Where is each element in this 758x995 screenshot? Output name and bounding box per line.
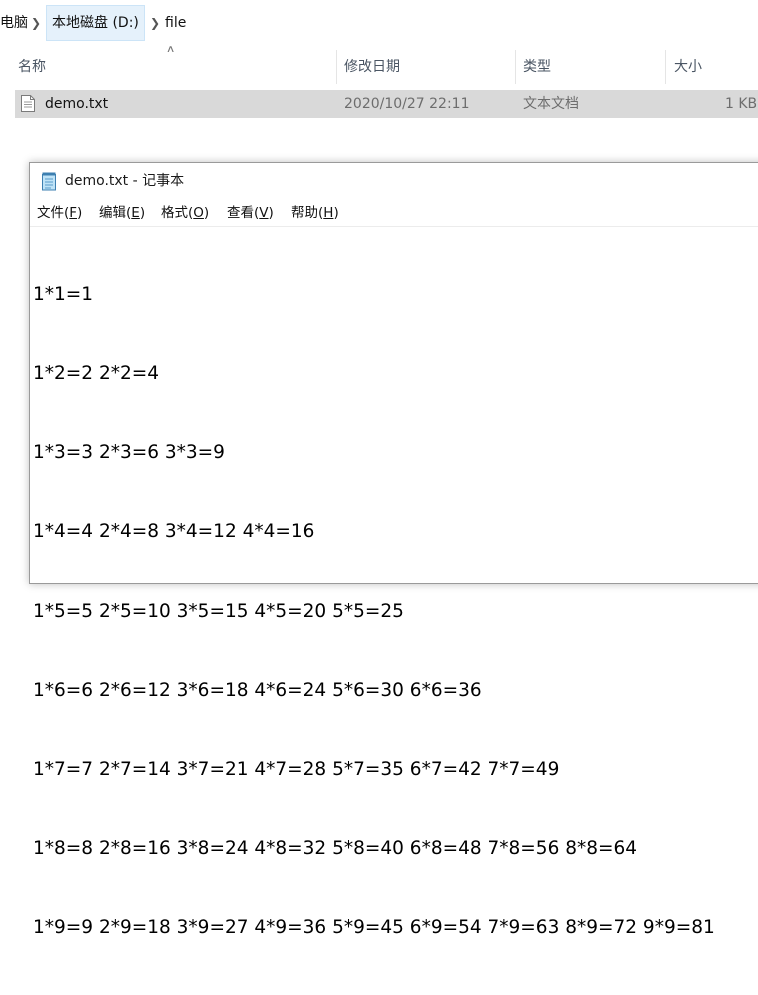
- notepad-icon: [42, 172, 56, 191]
- menu-label: 文件(: [37, 205, 70, 221]
- menu-accelerator: H: [323, 205, 334, 221]
- text-line: 1*2=2 2*2=4: [33, 363, 160, 385]
- column-headers: 名称 修改日期 类型 大小: [0, 48, 758, 86]
- chevron-right-icon[interactable]: ❯: [150, 5, 160, 41]
- menu-label-close: ): [139, 205, 146, 221]
- file-size: 1 KB: [725, 96, 758, 112]
- breadcrumb-file-folder[interactable]: file: [165, 5, 186, 41]
- file-name: demo.txt: [45, 96, 109, 112]
- column-divider[interactable]: [336, 50, 337, 84]
- notepad-window: demo.txt - 记事本 文件(F) 编辑(E) 格式(O) 查看(V) 帮…: [29, 162, 758, 939]
- file-row[interactable]: demo.txt 2020/10/27 22:11 文本文档 1 KB: [15, 90, 758, 118]
- text-line: 1*6=6 2*6=12 3*6=18 4*6=24 5*6=30 6*6=36: [33, 679, 482, 701]
- menu-edit[interactable]: 编辑(E): [99, 201, 145, 225]
- breadcrumb-this-pc[interactable]: 电脑: [0, 5, 28, 41]
- menu-accelerator: O: [193, 205, 204, 221]
- menu-label-close: ): [203, 205, 210, 221]
- text-line: 1*7=7 2*7=14 3*7=21 4*7=28 5*7=35 6*7=42…: [33, 759, 560, 781]
- menu-label: 格式(: [161, 205, 194, 221]
- file-type: 文本文档: [523, 96, 579, 112]
- column-header-modified[interactable]: 修改日期: [344, 48, 400, 86]
- address-bar[interactable]: 电脑 ❯ 本地磁盘 (D:) ❯ file: [0, 0, 758, 44]
- menu-format[interactable]: 格式(O): [161, 201, 209, 225]
- menu-label-close: ): [333, 205, 339, 221]
- window-title: demo.txt - 记事本: [65, 173, 185, 189]
- column-divider[interactable]: [515, 50, 516, 84]
- menu-accelerator: V: [259, 205, 269, 221]
- column-header-type[interactable]: 类型: [523, 48, 551, 86]
- text-editor[interactable]: 1*1=1 1*2=2 2*2=4 1*3=3 2*3=6 3*3=9 1*4=…: [33, 227, 758, 939]
- breadcrumb-local-disk[interactable]: 本地磁盘 (D:): [46, 5, 145, 41]
- menu-label-close: ): [77, 205, 83, 221]
- menu-label: 编辑(: [99, 205, 132, 221]
- column-header-name[interactable]: 名称: [18, 48, 46, 86]
- column-header-size[interactable]: 大小: [674, 48, 702, 86]
- menu-file[interactable]: 文件(F): [37, 201, 82, 225]
- text-line: 1*4=4 2*4=8 3*4=12 4*4=16: [33, 521, 315, 543]
- chevron-right-icon[interactable]: ❯: [31, 5, 41, 41]
- menu-help[interactable]: 帮助(H): [291, 201, 339, 225]
- menu-label: 查看(: [227, 205, 260, 221]
- text-line: 1*8=8 2*8=16 3*8=24 4*8=32 5*8=40 6*8=48…: [33, 838, 638, 860]
- menu-accelerator: F: [69, 205, 78, 221]
- menu-view[interactable]: 查看(V): [227, 201, 274, 225]
- file-modified: 2020/10/27 22:11: [344, 96, 470, 112]
- column-divider[interactable]: [665, 50, 666, 84]
- text-line: 1*3=3 2*3=6 3*3=9: [33, 442, 225, 464]
- text-line: 1*1=1: [33, 283, 94, 305]
- menu-bar: 文件(F) 编辑(E) 格式(O) 查看(V) 帮助(H): [30, 201, 758, 225]
- menu-accelerator: E: [131, 205, 140, 221]
- menu-label-close: ): [268, 205, 274, 221]
- text-file-icon: [21, 95, 35, 112]
- menu-label: 帮助(: [291, 205, 324, 221]
- notepad-title-bar[interactable]: demo.txt - 记事本: [30, 163, 758, 199]
- text-line: 1*9=9 2*9=18 3*9=27 4*9=36 5*9=45 6*9=54…: [33, 917, 715, 939]
- text-line: 1*5=5 2*5=10 3*5=15 4*5=20 5*5=25: [33, 600, 404, 622]
